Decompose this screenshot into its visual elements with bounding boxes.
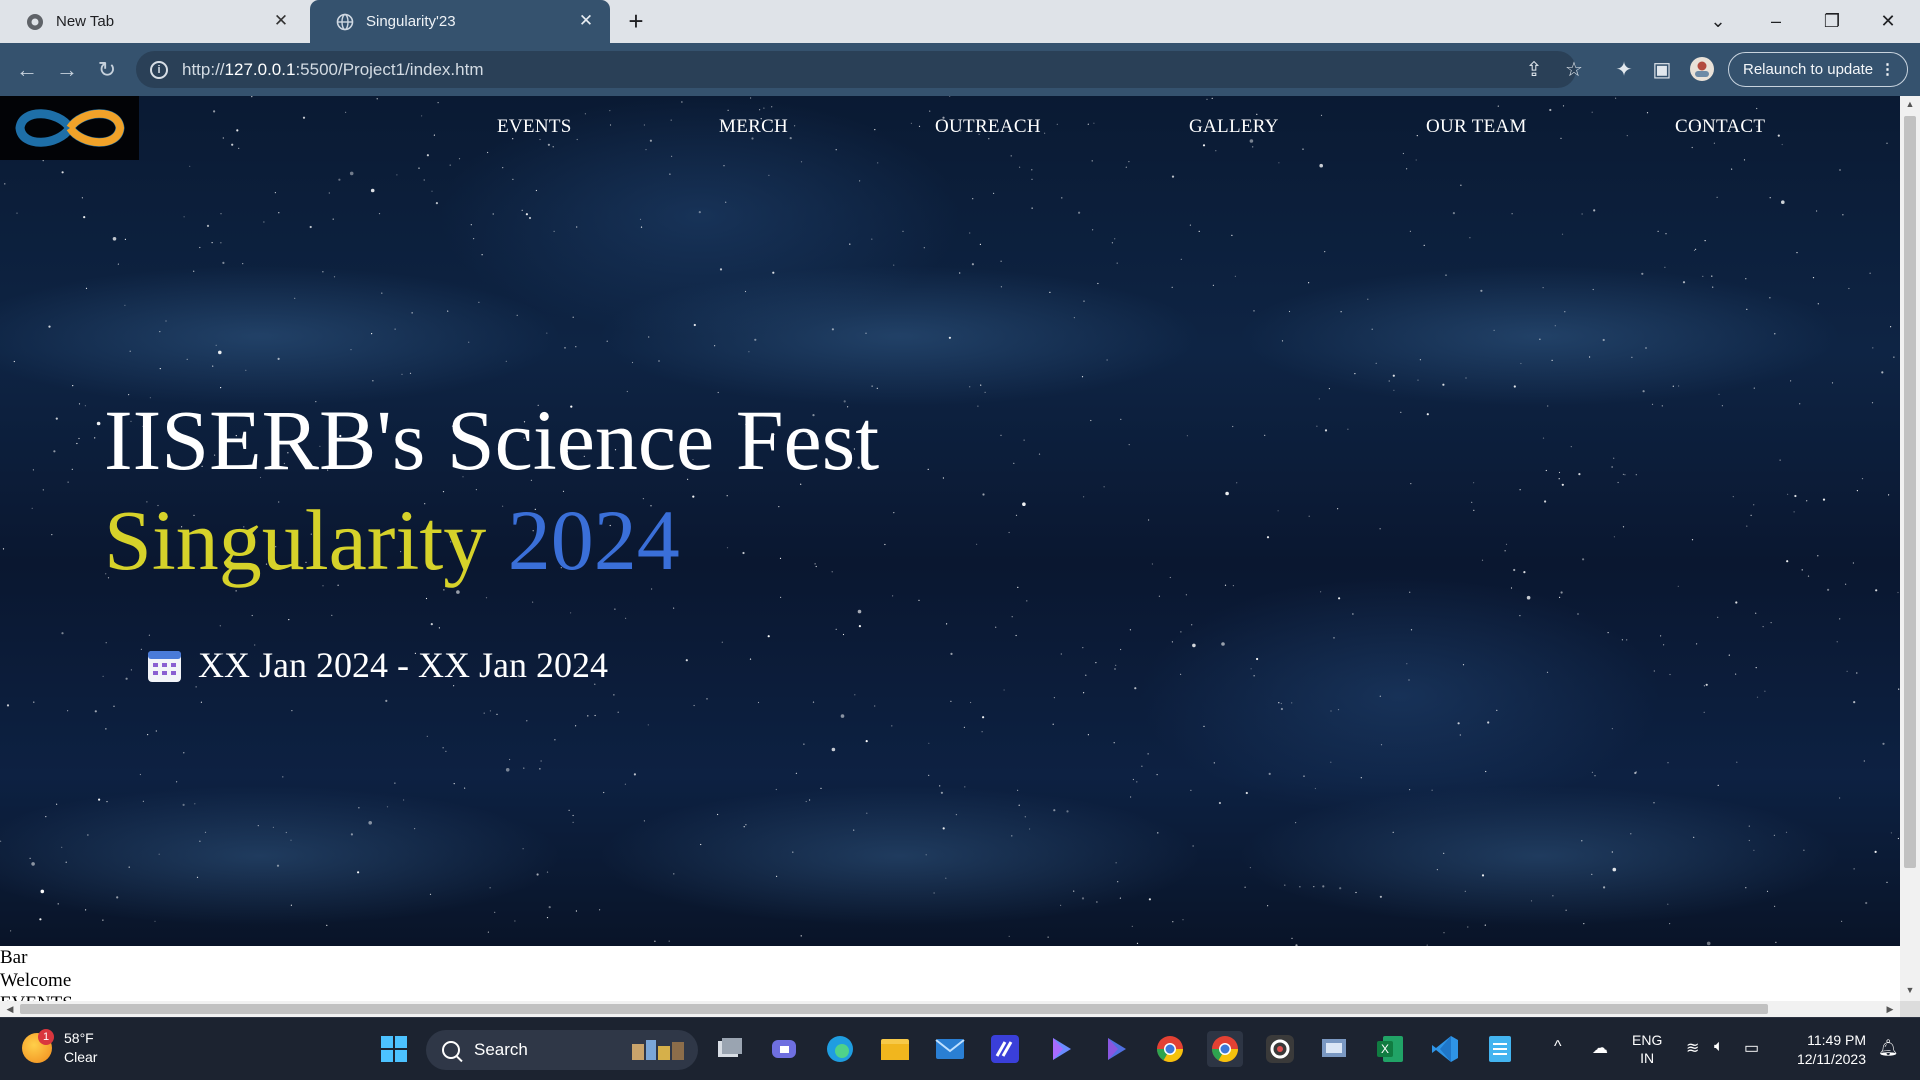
profile-avatar[interactable] — [1688, 56, 1716, 84]
back-button[interactable]: ← — [12, 55, 42, 85]
weather-temp: 58°F — [64, 1030, 94, 1046]
edge-icon[interactable] — [822, 1031, 858, 1067]
search-label: Search — [474, 1040, 528, 1059]
hero-headline: IISERB's Science Fest — [104, 392, 880, 488]
start-icon[interactable] — [376, 1031, 412, 1067]
search-highlight-icon — [632, 1040, 684, 1060]
file-explorer-icon[interactable] — [877, 1031, 913, 1067]
browser-toolbar: ← → ↻ i http://127.0.0.1:5500/Project1/i… — [0, 43, 1920, 96]
hero-subline: Singularity 2024 — [104, 490, 680, 590]
app-icon[interactable] — [1097, 1031, 1133, 1067]
menu-icon: ⋮ — [1880, 61, 1895, 78]
system-clock[interactable]: 11:49 PM 12/11/2023 — [1782, 1031, 1866, 1069]
language-indicator[interactable]: ENG IN — [1632, 1031, 1662, 1067]
app-icon[interactable] — [1042, 1031, 1078, 1067]
vertical-scrollbar[interactable]: ▲ ▼ — [1900, 96, 1920, 1001]
weather-moon-icon: 1 — [22, 1029, 54, 1063]
chrome-icon[interactable] — [1207, 1031, 1243, 1067]
close-tab-icon[interactable]: ✕ — [576, 11, 596, 31]
hero-section: EVENTS MERCH OUTREACH GALLERY OUR TEAM C… — [0, 96, 1900, 946]
scroll-up-icon[interactable]: ▲ — [1900, 96, 1920, 112]
clock-time: 11:49 PM — [1807, 1032, 1866, 1048]
notifications-icon[interactable]: 🔔︎ — [1878, 1038, 1898, 1058]
chrome-icon — [26, 13, 44, 31]
tab-search-icon[interactable]: ⌄ — [1690, 0, 1746, 43]
teams-icon[interactable] — [767, 1031, 803, 1067]
nav-our-team[interactable]: OUR TEAM — [1426, 116, 1527, 138]
fest-year: 2024 — [507, 492, 680, 588]
excel-icon[interactable]: X — [1372, 1031, 1408, 1067]
lang-code: ENG — [1632, 1032, 1663, 1048]
close-tab-icon[interactable]: ✕ — [271, 11, 291, 31]
battery-icon[interactable]: ▭ — [1744, 1038, 1759, 1058]
horizontal-scroll-thumb[interactable] — [20, 1004, 1768, 1014]
weather-desc: Clear — [64, 1049, 98, 1065]
restore-button[interactable]: ❐ — [1804, 0, 1860, 43]
side-panel-icon[interactable]: ▣ — [1648, 56, 1676, 84]
reload-button[interactable]: ↻ — [92, 55, 122, 85]
scroll-down-icon[interactable]: ▼ — [1900, 982, 1920, 998]
nav-events[interactable]: EVENTS — [497, 116, 572, 138]
app-icon[interactable] — [987, 1031, 1023, 1067]
notepad-icon[interactable] — [1482, 1031, 1518, 1067]
extensions-icon[interactable]: ✦ — [1610, 56, 1638, 84]
region-code: IN — [1640, 1050, 1655, 1066]
new-tab-button[interactable]: + — [621, 8, 651, 36]
onedrive-icon[interactable]: ☁ — [1592, 1038, 1608, 1058]
fest-dates: XX Jan 2024 - XX Jan 2024 — [147, 644, 608, 686]
chevron-up-icon[interactable]: ^ — [1554, 1038, 1562, 1056]
windows-taskbar: 1 58°F Clear Search X ^ ☁ ENG IN ≋ 🔈︎ ▭ … — [0, 1017, 1920, 1080]
globe-icon — [336, 13, 354, 31]
scroll-right-icon[interactable]: ▶ — [1880, 1001, 1900, 1017]
wifi-icon[interactable]: ≋ — [1686, 1038, 1699, 1058]
calendar-icon — [148, 650, 181, 682]
app-icon[interactable] — [1317, 1031, 1353, 1067]
below-hero-line: Welcome — [0, 970, 72, 991]
search-icon — [442, 1041, 460, 1059]
volume-icon[interactable]: 🔈︎ — [1714, 1038, 1724, 1056]
below-hero-line: Bar — [0, 947, 28, 968]
vertical-scroll-thumb[interactable] — [1904, 116, 1916, 868]
horizontal-scrollbar[interactable]: ◀ ▶ — [0, 1001, 1900, 1017]
nav-outreach[interactable]: OUTREACH — [935, 116, 1041, 138]
clock-date: 12/11/2023 — [1796, 1051, 1866, 1067]
site-info-icon[interactable]: i — [150, 60, 168, 79]
scrollbar-corner — [1900, 1001, 1920, 1017]
weather-widget[interactable]: 1 58°F Clear — [22, 1029, 97, 1067]
app-icon[interactable] — [1262, 1031, 1298, 1067]
date-range: XX Jan 2024 - XX Jan 2024 — [198, 645, 608, 685]
svg-text:X: X — [1381, 1042, 1389, 1056]
mail-icon[interactable] — [932, 1031, 968, 1067]
tab-title: Singularity'23 — [366, 13, 456, 30]
close-window-button[interactable]: ✕ — [1860, 0, 1916, 43]
chrome-icon[interactable] — [1152, 1031, 1188, 1067]
fest-name: Singularity — [104, 492, 487, 588]
taskbar-search[interactable]: Search — [426, 1030, 698, 1070]
task-view-icon[interactable] — [712, 1031, 748, 1067]
scroll-left-icon[interactable]: ◀ — [0, 1001, 20, 1017]
minimize-button[interactable]: – — [1748, 0, 1804, 43]
nav-merch[interactable]: MERCH — [719, 116, 788, 138]
tab-new-tab[interactable]: New Tab ✕ — [0, 0, 305, 43]
bookmark-star-icon[interactable]: ☆ — [1560, 56, 1588, 84]
tab-singularity[interactable]: Singularity'23 ✕ — [310, 0, 610, 43]
address-bar[interactable]: i http://127.0.0.1:5500/Project1/index.h… — [136, 51, 1576, 88]
tab-strip: New Tab ✕ Singularity'23 ✕ + ⌄ – ❐ ✕ — [0, 0, 1920, 43]
forward-button[interactable]: → — [52, 55, 82, 85]
tab-title: New Tab — [56, 13, 115, 30]
relaunch-update-button[interactable]: Relaunch to update ⋮ — [1728, 52, 1908, 87]
vscode-icon[interactable] — [1427, 1031, 1463, 1067]
main-nav: EVENTS MERCH OUTREACH GALLERY OUR TEAM C… — [0, 116, 1900, 146]
url-text: http://127.0.0.1:5500/Project1/index.htm — [182, 59, 484, 79]
page-viewport: EVENTS MERCH OUTREACH GALLERY OUR TEAM C… — [0, 96, 1920, 1017]
nav-contact[interactable]: CONTACT — [1675, 116, 1765, 138]
nav-gallery[interactable]: GALLERY — [1189, 116, 1279, 138]
share-icon[interactable]: ⇪ — [1520, 56, 1548, 84]
notification-badge: 1 — [38, 1029, 54, 1045]
